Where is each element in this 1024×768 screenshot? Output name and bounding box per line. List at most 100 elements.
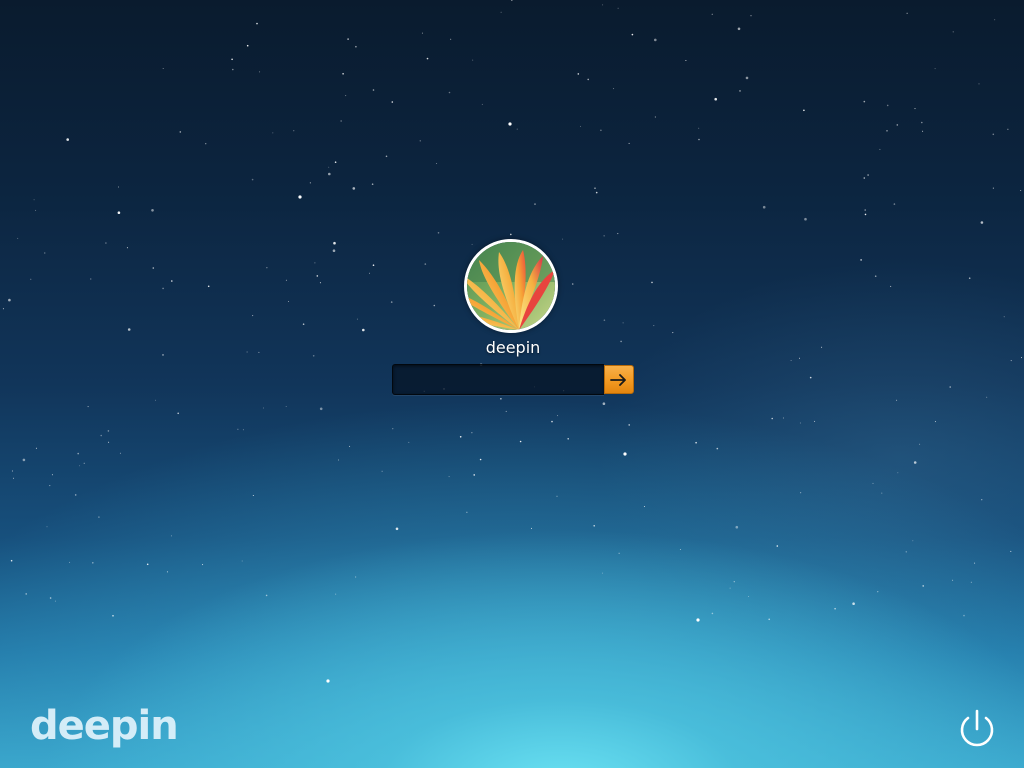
star xyxy=(466,511,468,513)
star xyxy=(628,142,630,144)
star xyxy=(508,122,512,126)
star xyxy=(246,44,249,47)
star xyxy=(1010,550,1012,552)
star xyxy=(790,360,792,361)
star xyxy=(978,83,980,85)
star xyxy=(352,187,356,190)
star xyxy=(309,182,311,184)
flower-avatar-icon xyxy=(467,242,555,330)
power-icon xyxy=(960,709,994,747)
star xyxy=(395,527,399,531)
password-row xyxy=(392,364,634,395)
star xyxy=(450,38,452,40)
star xyxy=(8,298,11,302)
star xyxy=(90,278,92,280)
star xyxy=(745,76,749,80)
star xyxy=(66,138,69,141)
star xyxy=(593,525,595,527)
star xyxy=(695,441,697,444)
star xyxy=(617,233,619,235)
star xyxy=(809,376,812,379)
star xyxy=(105,242,107,244)
login-submit-button[interactable] xyxy=(604,365,634,394)
star xyxy=(347,38,349,40)
star xyxy=(516,128,518,130)
star xyxy=(259,71,261,73)
password-input[interactable] xyxy=(392,364,604,395)
star xyxy=(314,262,316,264)
star xyxy=(448,91,451,94)
star xyxy=(44,252,46,254)
star xyxy=(205,143,207,145)
star xyxy=(119,452,121,454)
star xyxy=(852,602,855,605)
star xyxy=(834,607,836,610)
star xyxy=(897,472,899,474)
star xyxy=(992,187,994,189)
star xyxy=(698,127,700,129)
star xyxy=(896,399,898,401)
star xyxy=(155,399,156,401)
star xyxy=(202,564,204,566)
star xyxy=(17,237,19,239)
star xyxy=(913,461,917,464)
star xyxy=(906,12,908,14)
star xyxy=(35,209,37,211)
star xyxy=(654,116,656,118)
star xyxy=(803,109,805,112)
login-panel: deepin xyxy=(392,239,634,399)
star xyxy=(886,130,888,132)
star xyxy=(381,470,383,472)
star xyxy=(241,560,243,562)
login-screen: deepin deepin xyxy=(0,0,1024,768)
star xyxy=(618,552,620,554)
star xyxy=(98,516,100,518)
star xyxy=(316,275,319,277)
star xyxy=(345,95,347,97)
star xyxy=(33,199,35,201)
star xyxy=(963,614,965,617)
star xyxy=(335,593,337,595)
star xyxy=(799,422,801,424)
star xyxy=(112,615,114,617)
star xyxy=(13,477,14,479)
star xyxy=(369,272,370,274)
star xyxy=(459,436,462,438)
star xyxy=(372,264,375,267)
star xyxy=(949,386,951,388)
star xyxy=(108,441,110,443)
star xyxy=(332,249,336,252)
star xyxy=(242,429,244,431)
user-avatar[interactable] xyxy=(464,239,558,333)
star xyxy=(771,417,773,420)
star xyxy=(577,73,580,75)
star xyxy=(362,328,365,332)
star xyxy=(92,562,94,564)
star xyxy=(654,38,657,42)
star xyxy=(613,88,615,90)
star xyxy=(448,476,450,478)
power-button[interactable] xyxy=(955,707,999,751)
star xyxy=(864,213,867,216)
star xyxy=(893,203,896,205)
star xyxy=(10,559,13,562)
star xyxy=(328,166,330,168)
star xyxy=(35,447,37,449)
star xyxy=(714,97,717,101)
star xyxy=(877,591,879,593)
star xyxy=(860,259,862,261)
star xyxy=(821,346,823,348)
star xyxy=(905,551,907,553)
star xyxy=(814,420,816,422)
star xyxy=(594,187,596,189)
star xyxy=(126,247,128,249)
star xyxy=(914,108,916,110)
deepin-logo: deepin xyxy=(30,703,179,749)
star xyxy=(672,332,674,334)
star xyxy=(207,285,210,288)
star xyxy=(372,89,375,91)
star xyxy=(628,424,630,426)
star xyxy=(653,325,655,327)
star xyxy=(25,593,28,595)
star xyxy=(266,267,268,269)
